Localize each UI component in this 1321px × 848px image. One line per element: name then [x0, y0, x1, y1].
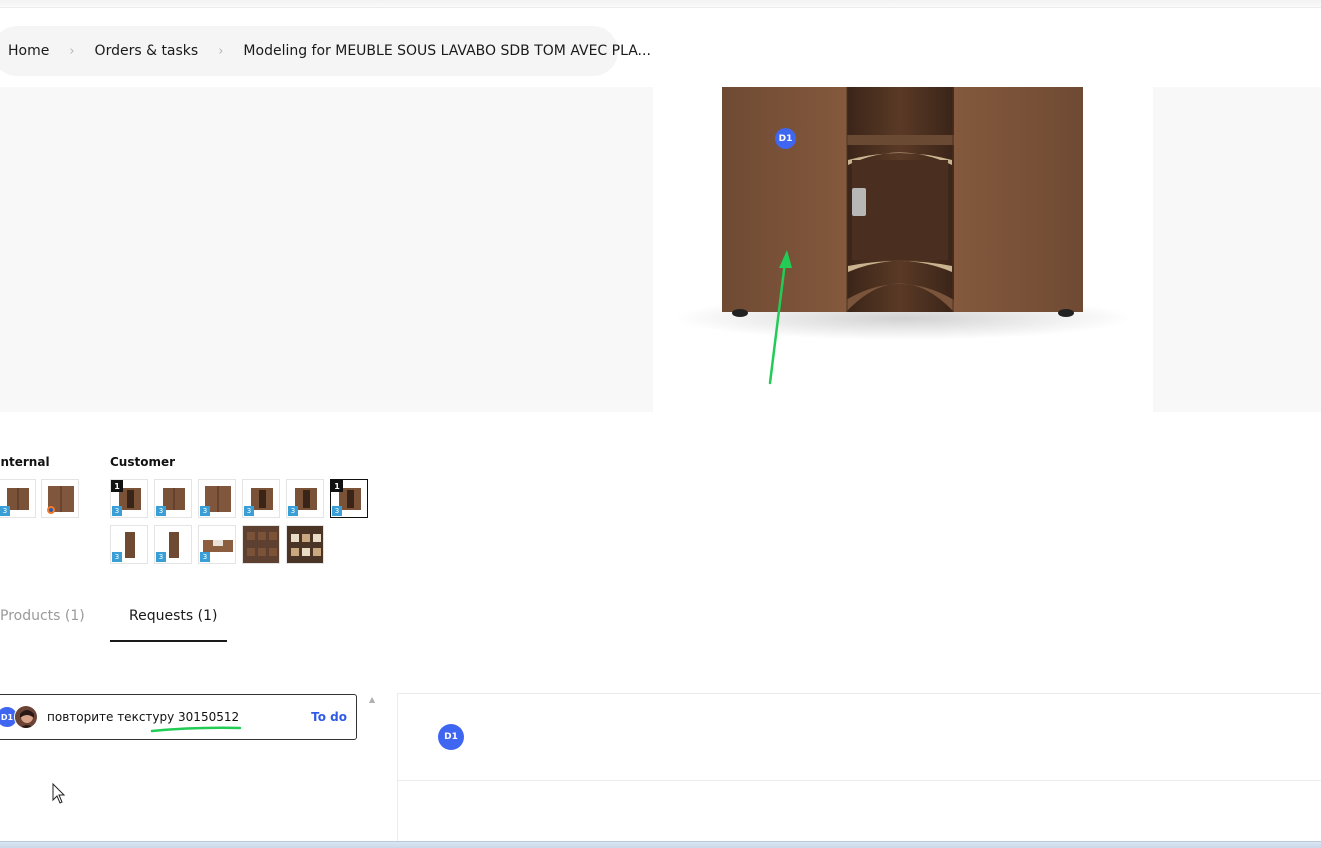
green-underline-annotation [150, 726, 242, 733]
scroll-up-icon[interactable]: ▲ [369, 695, 375, 704]
user-avatar [14, 705, 38, 729]
request-detail-panel [397, 693, 1321, 848]
bottom-bar [0, 841, 1321, 848]
mouse-cursor-icon [52, 783, 66, 804]
avatar: D1 [438, 724, 464, 750]
divider [397, 780, 1321, 781]
